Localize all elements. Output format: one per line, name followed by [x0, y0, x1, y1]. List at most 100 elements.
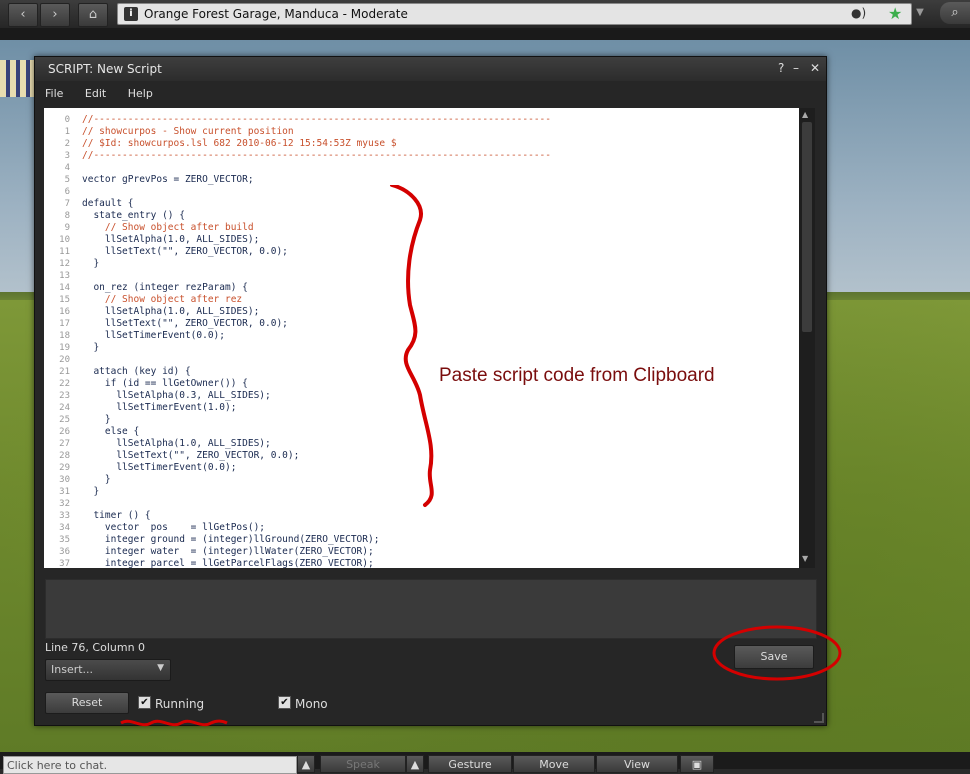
line-number: 29 [59, 463, 70, 473]
line-number: 35 [59, 535, 70, 545]
mono-label: Mono [295, 697, 328, 711]
line-number: 23 [59, 391, 70, 401]
home-button[interactable]: ⌂ [78, 3, 108, 27]
code-line: llSetAlpha(1.0, ALL_SIDES); [82, 234, 260, 245]
info-icon[interactable]: i [124, 7, 138, 21]
red-circle-annotation [712, 625, 842, 681]
line-number: 18 [59, 331, 70, 341]
red-squiggle-annotation [390, 185, 434, 507]
code-line: integer parcel = llGetParcelFlags(ZERO_V… [82, 558, 374, 568]
code-line: else { [82, 426, 140, 437]
line-number: 21 [59, 367, 70, 377]
line-number: 15 [59, 295, 70, 305]
location-bar[interactable]: i Orange Forest Garage, Manduca - Modera… [117, 3, 912, 25]
history-dropdown[interactable]: ▼ [910, 3, 930, 23]
code-line: state_entry () { [82, 210, 185, 221]
insert-dropdown[interactable]: Insert... ▼ [45, 659, 171, 681]
chevron-left-icon: ‹ [20, 7, 26, 22]
favorite-star-icon[interactable]: ★ [888, 4, 902, 23]
window-title: SCRIPT: New Script [48, 62, 162, 76]
forward-button[interactable]: › [40, 3, 70, 27]
reset-button[interactable]: Reset [45, 692, 129, 714]
running-label: Running [155, 697, 205, 711]
back-button[interactable]: ‹ [8, 3, 38, 27]
line-number: 13 [59, 271, 70, 281]
code-text[interactable]: //--------------------------------------… [82, 114, 551, 568]
resize-grip[interactable] [814, 713, 824, 723]
menu-bar: File Edit Help [45, 87, 171, 105]
line-number: 11 [59, 247, 70, 257]
speak-options-button[interactable]: ▲ [406, 755, 424, 773]
line-number: 14 [59, 283, 70, 293]
gesture-button[interactable]: Gesture [428, 755, 512, 773]
chat-history-button[interactable]: ▲ [297, 755, 315, 773]
line-number: 26 [59, 427, 70, 437]
code-line: } [82, 474, 111, 485]
code-line: llSetAlpha(1.0, ALL_SIDES); [82, 306, 260, 317]
search-button[interactable]: ⌕ [940, 2, 970, 24]
camera-icon: ▣ [691, 758, 703, 771]
code-line: default { [82, 198, 134, 209]
running-checkbox[interactable]: ✔ [138, 696, 151, 709]
code-line: integer water = (integer)llWater(ZERO_VE… [82, 546, 374, 557]
scroll-up-icon[interactable]: ▲ [802, 110, 808, 119]
help-button[interactable]: ? [778, 61, 784, 75]
line-number: 12 [59, 259, 70, 269]
line-number: 25 [59, 415, 70, 425]
menu-help[interactable]: Help [128, 87, 153, 100]
minimize-button[interactable]: – [793, 61, 799, 75]
code-line: llSetTimerEvent(0.0); [82, 462, 237, 473]
code-line: } [82, 258, 100, 269]
line-number: 27 [59, 439, 70, 449]
code-line: //--------------------------------------… [82, 114, 551, 125]
line-number: 22 [59, 379, 70, 389]
code-line: // showcurpos - Show current position [82, 126, 294, 137]
navigation-bar: ‹ › ⌂ i Orange Forest Garage, Manduca - … [0, 0, 970, 29]
code-line: on_rez (integer rezParam) { [82, 282, 248, 293]
code-line: } [82, 486, 100, 497]
code-line: } [82, 414, 111, 425]
close-button[interactable]: ✕ [810, 61, 820, 75]
line-number: 7 [64, 199, 70, 209]
menu-file[interactable]: File [45, 87, 63, 100]
menu-edit[interactable]: Edit [85, 87, 106, 100]
scrollbar-thumb[interactable] [802, 122, 812, 332]
line-number: 34 [59, 523, 70, 533]
code-line: llSetAlpha(1.0, ALL_SIDES); [82, 438, 271, 449]
line-number: 3 [64, 151, 70, 161]
line-number: 4 [64, 163, 70, 173]
snapshot-button[interactable]: ▣ [680, 755, 714, 773]
line-number: 33 [59, 511, 70, 521]
code-line: // Show object after rez [82, 294, 243, 305]
line-number: 36 [59, 547, 70, 557]
code-line: llSetTimerEvent(1.0); [82, 402, 237, 413]
search-icon: ⌕ [951, 5, 959, 20]
chevron-right-icon: › [52, 7, 58, 22]
line-number: 5 [64, 175, 70, 185]
scroll-down-icon[interactable]: ▼ [802, 554, 808, 563]
red-underline-annotation [120, 719, 228, 727]
code-line: vector pos = llGetPos(); [82, 522, 266, 533]
line-number: 30 [59, 475, 70, 485]
line-number: 31 [59, 487, 70, 497]
bottom-toolbar: Click here to chat. ▲ Speak ▲ Gesture Mo… [0, 752, 970, 774]
line-number: 20 [59, 355, 70, 365]
editor-scrollbar[interactable]: ▲ ▼ [799, 108, 815, 568]
error-output-panel[interactable] [45, 579, 817, 639]
line-number: 24 [59, 403, 70, 413]
mono-checkbox[interactable]: ✔ [278, 696, 291, 709]
insert-label: Insert... [51, 663, 94, 676]
code-line: //--------------------------------------… [82, 150, 551, 161]
line-number: 0 [64, 115, 70, 125]
move-button[interactable]: Move [513, 755, 595, 773]
line-number: 8 [64, 211, 70, 221]
view-button[interactable]: View [596, 755, 678, 773]
striped-banner [0, 60, 34, 97]
speak-button[interactable]: Speak [320, 755, 406, 773]
voice-icon[interactable]: ●) [851, 6, 866, 20]
chat-input[interactable]: Click here to chat. [3, 756, 297, 774]
code-line: timer () { [82, 510, 151, 521]
title-bar[interactable]: SCRIPT: New Script ? – ✕ [35, 57, 826, 81]
